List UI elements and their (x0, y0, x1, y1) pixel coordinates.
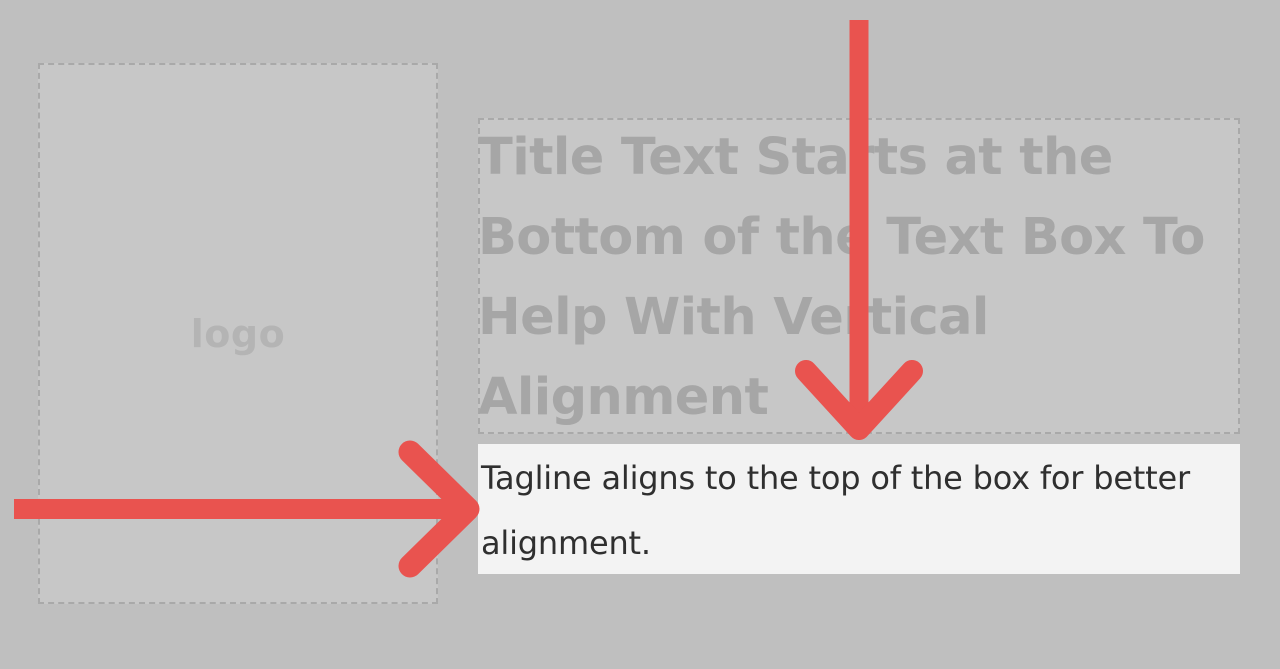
logo-placeholder-label: logo (190, 311, 286, 356)
logo-placeholder-box[interactable]: logo (38, 63, 438, 604)
title-placeholder-text: Title Text Starts at the Bottom of the T… (478, 128, 1205, 427)
tagline-text: Tagline aligns to the top of the box for… (481, 459, 1190, 562)
slide-canvas: logo Title Text Starts at the Bottom of … (0, 0, 1280, 669)
